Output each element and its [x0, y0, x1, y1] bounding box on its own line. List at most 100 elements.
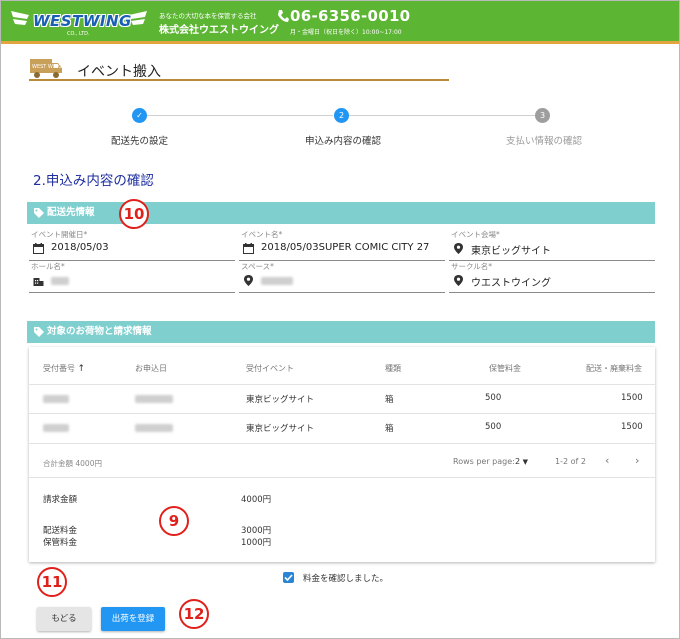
phone-icon [278, 10, 289, 22]
delivery-fee-value: 3000円 [241, 526, 272, 536]
annotation-badge-9: 9 [159, 506, 189, 536]
location-pin-icon [454, 243, 463, 254]
storage-fee-cell: 500 [485, 393, 502, 403]
header-tagline: あなたの大切な本を保管する会社 [159, 12, 257, 20]
space-field[interactable]: スペース* [239, 261, 445, 293]
storage-fee-label: 保管料金 [43, 538, 78, 548]
event-venue-field[interactable]: イベント会場* 東京ビッグサイト [449, 229, 655, 261]
column-header-date[interactable]: お申込日 [135, 363, 167, 374]
column-header-receipt-no[interactable]: 受付番号 ↑ [43, 363, 85, 374]
register-shipment-button[interactable]: 出荷を登録 [101, 607, 165, 631]
logo-text: WESTWING [33, 12, 132, 30]
step-2-label: 申込み内容の確認 [305, 136, 382, 147]
checkmark-icon [284, 574, 293, 582]
truck-label: WEST WING [32, 64, 62, 70]
redacted-text [261, 277, 293, 285]
event-date-field[interactable]: イベント開催日* 2018/05/03 [29, 229, 235, 261]
type-cell: 箱 [385, 424, 394, 434]
page-title-row: WEST WING イベント搬入 [29, 57, 449, 81]
location-pin-icon [454, 275, 463, 286]
event-cell: 東京ビッグサイト [246, 395, 315, 405]
tag-icon [34, 208, 44, 218]
column-header-label: 受付番号 [43, 364, 75, 373]
company-name: 株式会社ウエストウイング [159, 25, 279, 36]
annotation-badge-11: 11 [37, 567, 67, 597]
column-header-event[interactable]: 受付イベント [246, 363, 294, 374]
step-3-number: 3 [535, 108, 550, 123]
section-heading: 2.申込み内容の確認 [33, 173, 154, 189]
annotation-badge-12: 12 [179, 599, 209, 629]
sort-arrow-icon[interactable]: ↑ [78, 364, 86, 374]
site-header: WESTWING CO., LTD. あなたの大切な本を保管する会社 株式会社ウ… [1, 1, 679, 44]
event-cell: 東京ビッグサイト [246, 424, 315, 434]
redacted-text [135, 395, 173, 403]
delivery-fee-cell: 1500 [621, 422, 643, 432]
event-date-value: 2018/05/03 [51, 242, 109, 253]
rows-per-page-value: 2 [515, 457, 521, 466]
event-name-value: 2018/05/03SUPER COMIC CITY 27 [261, 242, 430, 253]
billing-amount-value: 4000円 [241, 495, 272, 505]
event-name-label: イベント名* [241, 230, 283, 239]
date-blurred [135, 395, 173, 406]
receipt-no-blurred [43, 395, 69, 406]
billing-amount-label: 請求金額 [43, 495, 78, 505]
step-2-number: 2 [334, 108, 349, 123]
items-billing-title: 対象のお荷物と請求情報 [47, 326, 152, 337]
column-header-type[interactable]: 種類 [385, 363, 401, 374]
dropdown-arrow-icon: ▼ [522, 458, 529, 466]
row-divider [29, 477, 655, 478]
page-frame: WESTWING CO., LTD. あなたの大切な本を保管する会社 株式会社ウ… [0, 0, 680, 639]
hall-name-label: ホール名* [31, 262, 65, 271]
logo-subtext: CO., LTD. [67, 31, 90, 37]
confirm-fee-checkbox[interactable] [283, 572, 294, 583]
type-cell: 箱 [385, 395, 394, 405]
event-name-field[interactable]: イベント名* 2018/05/03SUPER COMIC CITY 27 [239, 229, 445, 261]
calendar-icon [243, 243, 254, 254]
delivery-fee-cell: 1500 [621, 393, 643, 403]
space-label: スペース* [241, 262, 274, 271]
calendar-icon [33, 243, 44, 254]
date-blurred [135, 424, 173, 435]
confirm-fee-label[interactable]: 料金を確認しました。 [303, 572, 388, 584]
location-pin-icon [244, 275, 253, 286]
prev-page-icon[interactable]: ‹ [605, 454, 609, 467]
items-billing-bar: 対象のお荷物と請求情報 [27, 321, 655, 343]
redacted-text [135, 424, 173, 432]
event-date-label: イベント開催日* [31, 230, 88, 239]
storage-fee-cell: 500 [485, 422, 502, 432]
business-hours: 月・金曜日（祝日を除く）10:00~17:00 [290, 29, 402, 36]
truck-icon: WEST WING [30, 59, 62, 78]
progress-stepper: ✓ 配送先の設定 2 申込み内容の確認 3 支払い情報の確認 [1, 101, 679, 151]
back-button[interactable]: もどる [37, 607, 91, 631]
total-amount: 合計金額 4000円 [43, 459, 102, 468]
redacted-text [43, 395, 69, 403]
phone-number[interactable]: 06-6356-0010 [290, 7, 410, 25]
step-3-label: 支払い情報の確認 [506, 136, 583, 147]
page-title: イベント搬入 [77, 64, 161, 80]
redacted-text [43, 424, 69, 432]
step-connector [147, 115, 333, 116]
next-page-icon[interactable]: › [635, 454, 639, 467]
row-divider [29, 413, 655, 414]
westwing-logo[interactable]: WESTWING CO., LTD. [9, 5, 149, 37]
items-table-card: 受付番号 ↑ お申込日 受付イベント 種類 保管料金 配送・廃棄料金 東京ビッグ… [29, 347, 655, 562]
building-icon [33, 278, 44, 286]
event-venue-value: 東京ビッグサイト [471, 246, 551, 257]
hall-name-field[interactable]: ホール名* [29, 261, 235, 293]
rows-per-page-label: Rows per page: [453, 457, 515, 466]
hall-name-value-blurred [51, 277, 69, 288]
pagination-range: 1-2 of 2 [555, 457, 586, 466]
delivery-info-title: 配送先情報 [47, 207, 95, 218]
redacted-text [51, 277, 69, 285]
row-divider [29, 384, 655, 385]
rows-per-page-select[interactable]: 2 ▼ [515, 457, 528, 466]
event-venue-label: イベント会場* [451, 230, 500, 239]
tag-icon [34, 327, 44, 337]
circle-name-value: ウエストウイング [471, 278, 551, 289]
column-header-storage-fee[interactable]: 保管料金 [489, 363, 521, 374]
delivery-fee-label: 配送料金 [43, 526, 78, 536]
storage-fee-value: 1000円 [241, 538, 272, 548]
column-header-delivery-fee[interactable]: 配送・廃棄料金 [586, 363, 642, 374]
row-divider [29, 443, 655, 444]
circle-name-field[interactable]: サークル名* ウエストウイング [449, 261, 655, 293]
